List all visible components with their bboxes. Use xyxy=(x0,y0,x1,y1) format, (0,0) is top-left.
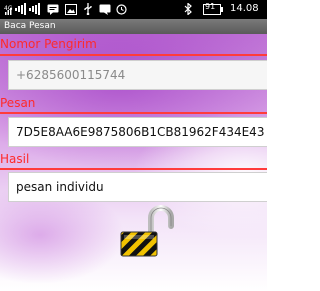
battery-level: 91 xyxy=(205,2,216,11)
message-divider xyxy=(0,112,267,114)
sender-field[interactable]: +6285600115744 xyxy=(8,60,267,90)
result-field[interactable]: pesan individu xyxy=(8,172,267,202)
message-icon xyxy=(47,3,59,15)
app-screen: 4G 91 14.08 Baca Pesan Nomor Pengirim +6… xyxy=(0,0,267,291)
signal-icon xyxy=(15,3,27,15)
image-icon xyxy=(65,3,77,15)
message-label: Pesan xyxy=(0,96,36,110)
result-label: Hasil xyxy=(0,152,30,166)
unlocked-padlock-icon[interactable] xyxy=(117,204,181,260)
sender-divider xyxy=(0,54,267,56)
sender-label: Nomor Pengirim xyxy=(0,37,97,51)
battery-icon: 91 xyxy=(203,2,223,15)
status-bar: 4G 91 14.08 xyxy=(0,0,267,19)
bluetooth-icon xyxy=(184,3,192,15)
clock: 14.08 xyxy=(230,3,259,14)
chat-icon xyxy=(99,3,111,15)
message-field[interactable]: 7D5E8AA6E9875806B1CB81962F434E43 xyxy=(8,117,267,147)
signal-icon-secondary xyxy=(29,3,41,15)
network-type-icon: 4G xyxy=(4,3,14,15)
result-divider xyxy=(0,168,267,170)
page-title: Baca Pesan xyxy=(0,19,267,34)
usb-icon xyxy=(83,3,93,15)
alarm-icon xyxy=(116,3,127,15)
